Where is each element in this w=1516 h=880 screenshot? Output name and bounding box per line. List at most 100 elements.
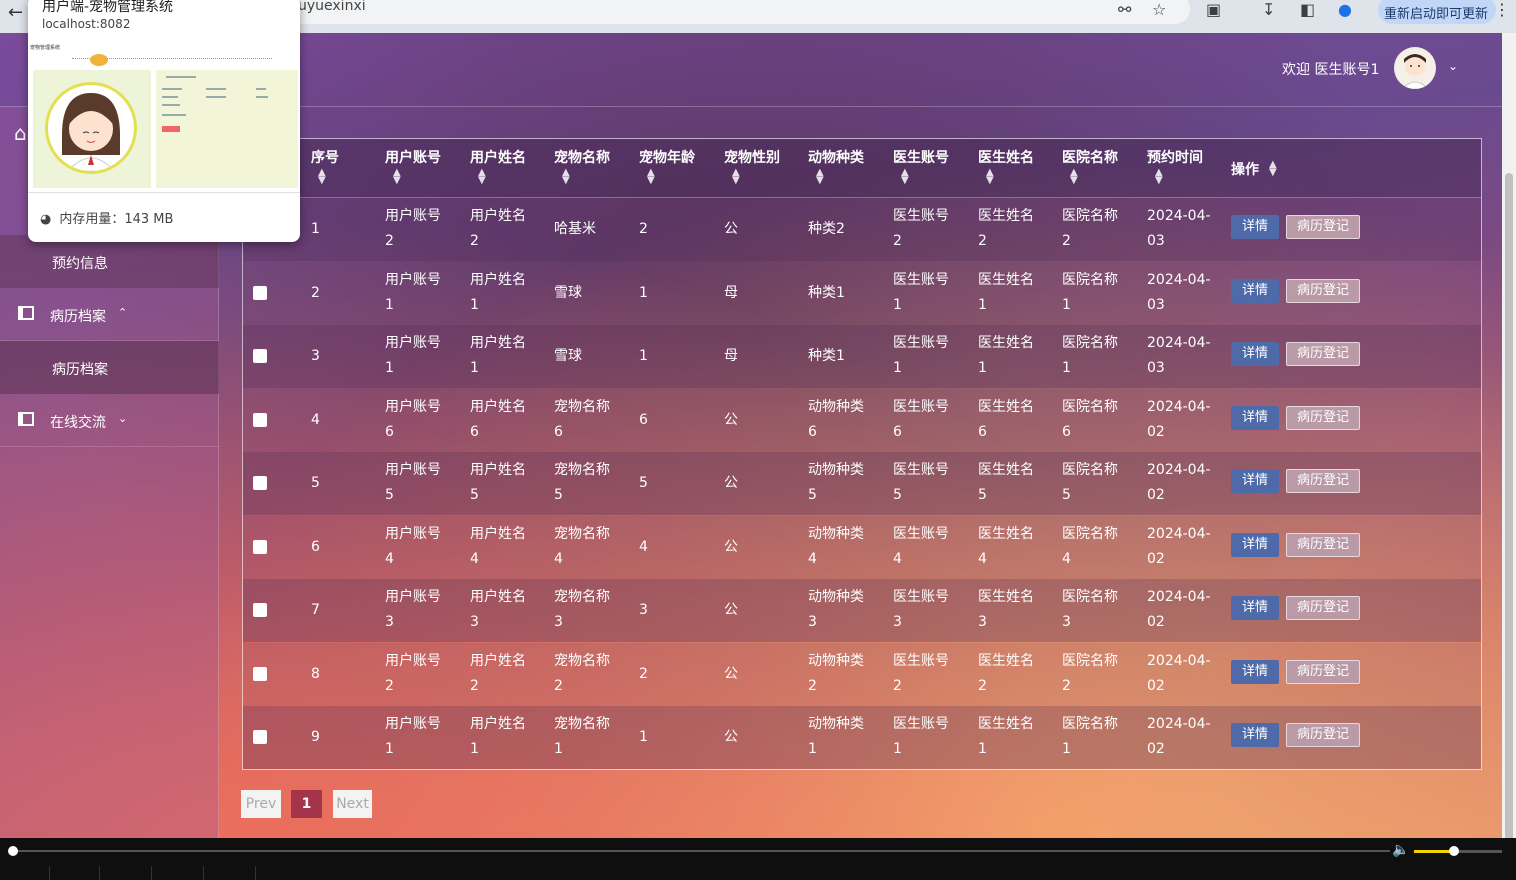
- cell-text: 宠物名称: [554, 652, 610, 669]
- detail-button[interactable]: 详情: [1231, 532, 1279, 557]
- update-button[interactable]: 重新启动即可更新: [1378, 0, 1496, 24]
- sort-icon[interactable]: ▲ ▼: [1269, 160, 1277, 178]
- column-header[interactable]: 预约时间: [1147, 147, 1203, 167]
- table-cell-name: 用户姓名 3: [470, 585, 526, 635]
- extension-icon[interactable]: ▣: [1206, 0, 1221, 19]
- sort-icon[interactable]: ▲ ▼: [1155, 168, 1163, 186]
- vertical-scrollbar[interactable]: [1502, 33, 1516, 853]
- column-header[interactable]: 宠物名称: [554, 147, 610, 167]
- sort-icon[interactable]: ▲ ▼: [901, 168, 909, 186]
- row-checkbox[interactable]: [253, 603, 267, 617]
- taskbar-segment: [50, 866, 100, 880]
- sort-icon[interactable]: ▲ ▼: [816, 168, 824, 186]
- back-icon[interactable]: ←: [8, 2, 23, 23]
- sort-icon[interactable]: ▲ ▼: [1070, 168, 1078, 186]
- address-bar[interactable]: uyuexinxi: [290, 0, 1190, 24]
- detail-button[interactable]: 详情: [1231, 215, 1279, 239]
- cell-text: 1: [554, 741, 563, 757]
- cell-text: 公: [724, 729, 738, 745]
- sidebar-subitem-records[interactable]: 病历档案: [0, 341, 219, 394]
- cell-text: 医生账号: [893, 716, 949, 732]
- cell-text: 3: [808, 614, 817, 630]
- cell-text: 3: [554, 614, 563, 630]
- record-register-button[interactable]: 病历登记: [1286, 596, 1360, 620]
- detail-button[interactable]: 详情: [1231, 469, 1279, 493]
- progress-knob[interactable]: [8, 846, 18, 856]
- record-register-button[interactable]: 病历登记: [1286, 278, 1360, 303]
- sort-icon[interactable]: ▲ ▼: [732, 168, 740, 186]
- column-header[interactable]: 医院名称: [1062, 147, 1118, 167]
- detail-button[interactable]: 详情: [1231, 278, 1279, 303]
- column-header[interactable]: 动物种类: [808, 147, 864, 167]
- column-header[interactable]: 宠物性别: [724, 147, 780, 167]
- detail-button[interactable]: 详情: [1231, 659, 1279, 684]
- row-checkbox[interactable]: [253, 539, 267, 554]
- table-row: 2 用户账号 1 用户姓名 1 雪球 1 母 种类1 医生账号 1 医生姓名 1 医院名称 1 2024-04…: [243, 261, 1481, 325]
- column-header[interactable]: 医生账号: [893, 147, 949, 167]
- cell-text: 6: [978, 423, 987, 440]
- cell-text: 1: [470, 296, 479, 313]
- column-header[interactable]: 宠物年龄: [639, 147, 695, 167]
- prev-page-button[interactable]: Prev: [241, 790, 281, 818]
- detail-button[interactable]: 详情: [1231, 405, 1279, 430]
- row-checkbox[interactable]: [253, 412, 267, 427]
- row-checkbox[interactable]: [253, 476, 267, 490]
- table-cell-pet: 宠物名称 1: [554, 712, 610, 762]
- column-header[interactable]: 医生姓名: [978, 147, 1034, 167]
- sidebar-subitem-label: 预约信息: [52, 256, 108, 272]
- sort-icon[interactable]: ▲ ▼: [393, 168, 401, 186]
- cell-text: 4: [470, 550, 479, 567]
- sidebar-item-records[interactable]: 病历档案 ⌃: [0, 288, 219, 341]
- row-checkbox[interactable]: [253, 285, 267, 300]
- sort-icon[interactable]: ▲ ▼: [562, 168, 570, 186]
- page-number-button[interactable]: 1: [291, 790, 322, 818]
- row-checkbox[interactable]: [253, 666, 267, 681]
- detail-button[interactable]: 详情: [1231, 723, 1279, 747]
- sort-icon[interactable]: ▲ ▼: [478, 168, 486, 186]
- scrollbar-thumb[interactable]: [1505, 173, 1513, 853]
- record-register-button[interactable]: 病历登记: [1286, 342, 1360, 366]
- record-register-button[interactable]: 病历登记: [1286, 405, 1360, 430]
- record-register-button[interactable]: 病历登记: [1286, 659, 1360, 684]
- sort-icon[interactable]: ▲ ▼: [647, 168, 655, 186]
- chevron-down-icon[interactable]: ⌄: [1448, 59, 1458, 73]
- download-icon[interactable]: ↧: [1262, 0, 1275, 19]
- sidebar-item-chat[interactable]: 在线交流 ⌄: [0, 394, 219, 447]
- detail-button[interactable]: 详情: [1231, 596, 1279, 620]
- record-register-button[interactable]: 病历登记: [1286, 723, 1360, 747]
- profile-icon[interactable]: ●: [1338, 0, 1352, 19]
- table-cell-sex: 公: [724, 408, 738, 433]
- row-checkbox[interactable]: [253, 349, 267, 363]
- record-register-button[interactable]: 病历登记: [1286, 532, 1360, 557]
- volume-knob[interactable]: [1448, 846, 1459, 856]
- record-register-button[interactable]: 病历登记: [1286, 469, 1360, 493]
- sort-icon[interactable]: ▲ ▼: [986, 168, 994, 186]
- cell-text: 公: [724, 411, 738, 428]
- next-page-button[interactable]: Next: [333, 790, 372, 818]
- progress-track[interactable]: [12, 850, 1390, 852]
- home-icon[interactable]: ⌂: [14, 121, 27, 145]
- kebab-icon[interactable]: ⋮: [1494, 0, 1510, 19]
- key-icon[interactable]: ⚯: [1118, 0, 1131, 19]
- column-header[interactable]: 序号: [311, 147, 339, 167]
- table-cell-age: 1: [639, 725, 648, 750]
- gauge-icon: ◕: [40, 212, 52, 227]
- column-header[interactable]: 用户账号: [385, 147, 441, 167]
- detail-button[interactable]: 详情: [1231, 342, 1279, 366]
- cell-text: 医院名称: [1062, 271, 1118, 288]
- sort-icon[interactable]: ▲ ▼: [318, 168, 326, 186]
- table-cell-date: 2024-04- 02: [1147, 522, 1211, 572]
- star-icon[interactable]: ☆: [1152, 0, 1166, 19]
- cell-text: 4: [893, 550, 902, 567]
- volume-icon[interactable]: 🔈: [1392, 842, 1409, 858]
- cell-text: 用户姓名: [470, 589, 526, 605]
- row-checkbox[interactable]: [253, 730, 267, 744]
- column-header[interactable]: 用户姓名: [470, 147, 526, 167]
- sidebar-subitem-appointment[interactable]: 预约信息: [0, 235, 219, 288]
- cell-text: 用户姓名: [470, 335, 526, 351]
- sidepanel-icon[interactable]: ◧: [1300, 0, 1315, 19]
- cell-text: 03: [1147, 296, 1165, 313]
- avatar[interactable]: [1394, 47, 1436, 89]
- cell-text: 医院名称: [1062, 652, 1118, 669]
- record-register-button[interactable]: 病历登记: [1286, 215, 1360, 239]
